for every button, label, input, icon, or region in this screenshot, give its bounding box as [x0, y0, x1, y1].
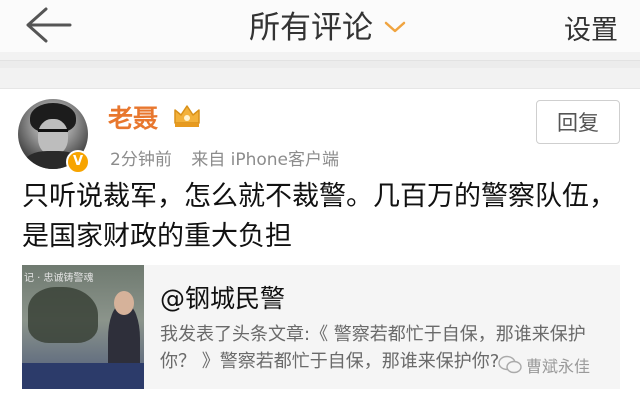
- article-thumbnail: 记 · 忠诚铸警魂: [22, 265, 144, 389]
- shared-article-author: @钢城民警: [160, 284, 286, 313]
- back-arrow-icon[interactable]: [22, 6, 74, 44]
- top-navigation-bar: 所有评论 设置: [0, 0, 640, 52]
- comment-body: 只听说裁军，怎么就不裁警。几百万的警察队伍，是国家财政的重大负担: [22, 181, 616, 252]
- watermark: 曹斌永佳: [498, 353, 590, 377]
- page-title: 所有评论: [249, 9, 373, 46]
- comments-filter-dropdown[interactable]: 所有评论: [249, 4, 407, 46]
- reply-button[interactable]: 回复: [536, 100, 620, 144]
- section-divider: [0, 60, 640, 68]
- watermark-text: 曹斌永佳: [526, 357, 591, 376]
- comment-username[interactable]: 老聂: [108, 99, 158, 135]
- settings-button[interactable]: 设置: [564, 8, 618, 47]
- comment-time: 2分钟前: [110, 150, 172, 170]
- comment-card: V 老聂 2分钟前 来自 iPhone客户端 回复 只听说裁军，怎么就不裁警。几…: [0, 88, 640, 410]
- vip-crown-icon: [174, 105, 200, 127]
- chevron-down-icon: [384, 21, 406, 33]
- wechat-icon: [498, 355, 522, 374]
- verified-badge-icon: V: [66, 150, 90, 174]
- thumbnail-caption: 记 · 忠诚铸警魂: [24, 273, 94, 284]
- comment-source: 来自 iPhone客户端: [191, 150, 340, 170]
- comment-meta: 2分钟前 来自 iPhone客户端: [110, 145, 353, 170]
